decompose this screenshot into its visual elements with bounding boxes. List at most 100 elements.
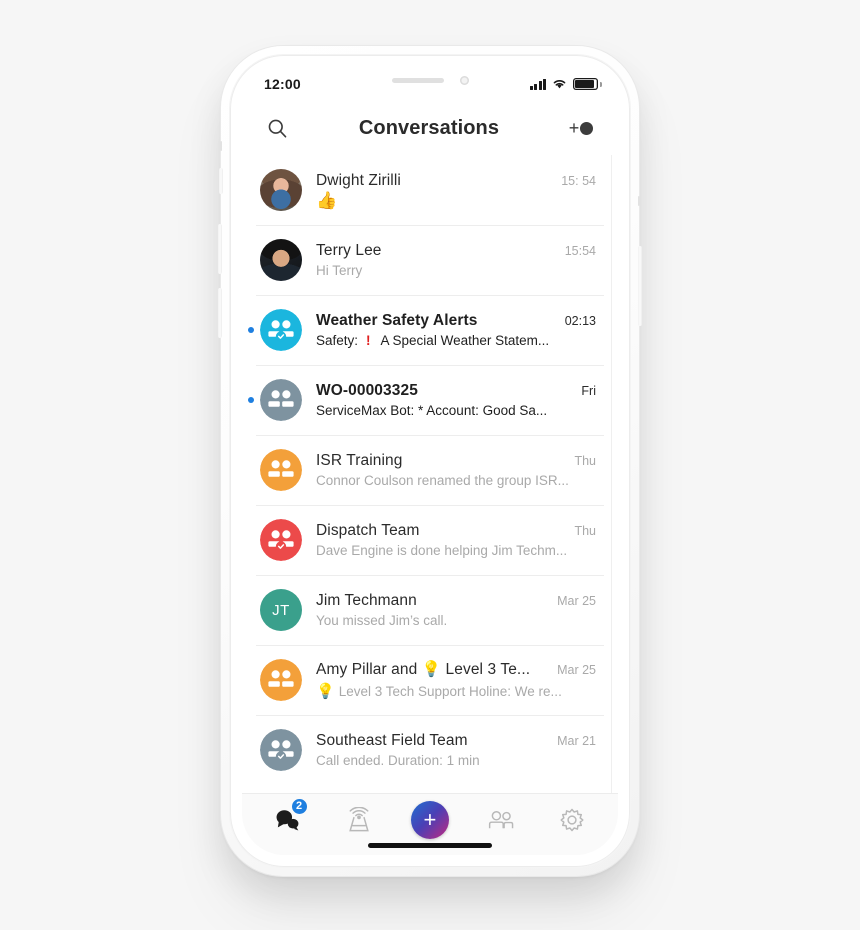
plus-icon[interactable]: + bbox=[410, 800, 449, 839]
conversation-text: Dispatch Team Thu Dave Engine is done help… bbox=[316, 522, 604, 558]
preview-emoji-icon: 👍 bbox=[316, 190, 338, 210]
conversation-list[interactable]: Dwight Zirilli 15: 54 👍 Terry Lee 15:54 Hi Te… bbox=[242, 155, 618, 793]
conversation-timestamp: Thu bbox=[574, 524, 596, 538]
avatar-group-icon bbox=[260, 519, 302, 561]
status-icons bbox=[529, 78, 602, 90]
tab-settings[interactable] bbox=[546, 798, 598, 842]
conversation-timestamp: Thu bbox=[574, 454, 596, 468]
conversation-preview: Hi Terry bbox=[316, 263, 596, 278]
conversation-text: Amy Pillar and 💡 Level 3 Te... Mar 25 💡 Lev… bbox=[316, 660, 604, 700]
avatar-group-icon bbox=[260, 449, 302, 491]
conversation-name: Dispatch Team bbox=[316, 522, 420, 539]
conversation-title-row: Amy Pillar and 💡 Level 3 Te... Mar 25 bbox=[316, 660, 596, 679]
page-title: Conversations bbox=[358, 116, 500, 139]
phone-device-frame: 12:00 Conversations + Dwight Zirilli 15:… bbox=[218, 46, 642, 876]
conversation-timestamp: Fri bbox=[581, 384, 596, 398]
avatar-photo bbox=[260, 239, 302, 281]
conversation-text: Weather Safety Alerts 02:13 Safety:! A Spec… bbox=[316, 312, 604, 348]
conversation-preview-text: Hi Terry bbox=[316, 263, 363, 278]
conversation-preview: Connor Coulson renamed the group ISR... bbox=[316, 473, 596, 488]
conversation-preview-text: A Special Weather Statem... bbox=[380, 333, 550, 348]
conversation-preview: Dave Engine is done helping Jim Techm... bbox=[316, 543, 596, 558]
conversation-timestamp: 02:13 bbox=[564, 314, 596, 328]
conversation-title-row: Terry Lee 15:54 bbox=[316, 242, 596, 260]
preview-emoji-icon: 💡 bbox=[316, 683, 335, 700]
conversation-preview: Call ended. Duration: 1 min bbox=[316, 753, 596, 768]
conversation-name: WO-00003325 bbox=[316, 382, 418, 399]
device-notch bbox=[342, 67, 518, 93]
battery-icon bbox=[573, 78, 602, 90]
conversation-name: Jim Techmann bbox=[316, 592, 417, 609]
conversation-row[interactable]: WO-00003325 Fri ServiceMax Bot: * Account:… bbox=[242, 365, 618, 435]
avatar-initials: JT bbox=[260, 589, 302, 631]
conversation-text: WO-00003325 Fri ServiceMax Bot: * Account:… bbox=[316, 382, 604, 418]
conversation-text: ISR Training Thu Connor Coulson renamed th… bbox=[316, 452, 604, 488]
home-indicator bbox=[368, 843, 492, 848]
status-time: 12:00 bbox=[264, 76, 301, 92]
unread-indicator-dot bbox=[248, 327, 254, 333]
conversation-preview-text: Dave Engine is done helping Jim Techm... bbox=[316, 543, 568, 558]
conversation-preview: ServiceMax Bot: * Account: Good Sa... bbox=[316, 403, 596, 418]
conversation-title-row: ISR Training Thu bbox=[316, 452, 596, 470]
conversation-row[interactable]: Amy Pillar and 💡 Level 3 Te... Mar 25 💡 Lev… bbox=[242, 645, 618, 715]
conversation-timestamp: 15:54 bbox=[564, 244, 596, 258]
conversation-preview-text: Call ended. Duration: 1 min bbox=[316, 753, 480, 768]
conversation-text: Jim Techmann Mar 25 You missed Jim’s call. bbox=[316, 592, 604, 628]
conversation-preview-text: Level 3 Tech Support Holine: We re... bbox=[338, 683, 562, 699]
broadcast-tower-icon bbox=[348, 806, 369, 831]
conversation-title-row: Southeast Field Team Mar 21 bbox=[316, 732, 596, 750]
avatar-photo bbox=[260, 169, 302, 211]
conversations-unread-badge: 2 bbox=[290, 797, 308, 815]
volume-up-button[interactable] bbox=[218, 224, 222, 274]
conversation-preview: You missed Jim’s call. bbox=[316, 613, 596, 628]
add-contact-button[interactable]: + bbox=[566, 113, 596, 143]
conversation-preview: 💡 Level 3 Tech Support Holine: We re... bbox=[316, 682, 596, 700]
unread-indicator-dot bbox=[248, 397, 254, 403]
tab-new-action[interactable]: + bbox=[404, 798, 456, 842]
avatar-group-icon bbox=[260, 309, 302, 351]
conversation-title-row: Dispatch Team Thu bbox=[316, 522, 596, 540]
conversation-preview: Safety:! A Special Weather Statem... bbox=[316, 333, 596, 348]
conversation-row[interactable]: ISR Training Thu Connor Coulson renamed th… bbox=[242, 435, 618, 505]
conversation-row[interactable]: Terry Lee 15:54 Hi Terry bbox=[242, 225, 618, 295]
app-header: Conversations + bbox=[242, 101, 618, 155]
conversation-timestamp: Mar 21 bbox=[557, 734, 596, 748]
conversation-name: Southeast Field Team bbox=[316, 732, 468, 749]
conversation-title-row: Weather Safety Alerts 02:13 bbox=[316, 312, 596, 330]
conversation-name: ISR Training bbox=[316, 452, 403, 469]
avatar-group-icon bbox=[260, 379, 302, 421]
tab-conversations[interactable]: 2 bbox=[262, 797, 314, 842]
conversation-name: Dwight Zirilli bbox=[316, 171, 401, 189]
contacts-icon bbox=[489, 810, 514, 828]
add-contact-icon: + bbox=[569, 119, 594, 137]
power-button[interactable] bbox=[638, 246, 642, 326]
tab-contacts[interactable] bbox=[475, 798, 527, 842]
screenshot-stage: 12:00 Conversations + Dwight Zirilli 15:… bbox=[0, 0, 860, 930]
conversation-timestamp: Mar 25 bbox=[557, 594, 596, 608]
tab-broadcast[interactable] bbox=[333, 798, 385, 842]
frame-antenna-seam-right bbox=[638, 196, 640, 206]
conversation-preview-text: You missed Jim’s call. bbox=[316, 613, 448, 628]
conversation-row[interactable]: Weather Safety Alerts 02:13 Safety:! A Spec… bbox=[242, 295, 618, 365]
conversation-text: Terry Lee 15:54 Hi Terry bbox=[316, 242, 604, 278]
conversation-timestamp: 15: 54 bbox=[561, 173, 596, 188]
conversation-text: Dwight Zirilli 15: 54 👍 bbox=[316, 172, 604, 209]
volume-down-button[interactable] bbox=[218, 288, 222, 338]
conversation-title-row: Jim Techmann Mar 25 bbox=[316, 592, 596, 610]
conversation-row[interactable]: Dispatch Team Thu Dave Engine is done help… bbox=[242, 505, 618, 575]
avatar-group-icon bbox=[260, 729, 302, 771]
silent-switch-button[interactable] bbox=[219, 168, 223, 194]
conversation-row[interactable]: Southeast Field Team Mar 21 Call ended. Du… bbox=[242, 715, 618, 785]
phone-screen: 12:00 Conversations + Dwight Zirilli 15:… bbox=[242, 67, 618, 855]
alert-exclamation-icon: ! bbox=[366, 333, 371, 348]
search-icon[interactable] bbox=[262, 113, 292, 143]
conversation-preview-text: Connor Coulson renamed the group ISR... bbox=[316, 473, 569, 488]
earpiece-speaker bbox=[391, 77, 444, 83]
conversation-text: Southeast Field Team Mar 21 Call ended. Du… bbox=[316, 732, 604, 768]
conversation-preview-text: ServiceMax Bot: * Account: Good Sa... bbox=[316, 403, 548, 418]
conversation-row[interactable]: Dwight Zirilli 15: 54 👍 bbox=[242, 155, 618, 225]
gear-icon bbox=[560, 808, 584, 831]
conversation-row[interactable]: JT Jim Techmann Mar 25 You missed Jim’s cal… bbox=[242, 575, 618, 645]
conversation-name: Terry Lee bbox=[316, 242, 382, 259]
conversation-name: Amy Pillar and 💡 Level 3 Te... bbox=[316, 661, 531, 678]
